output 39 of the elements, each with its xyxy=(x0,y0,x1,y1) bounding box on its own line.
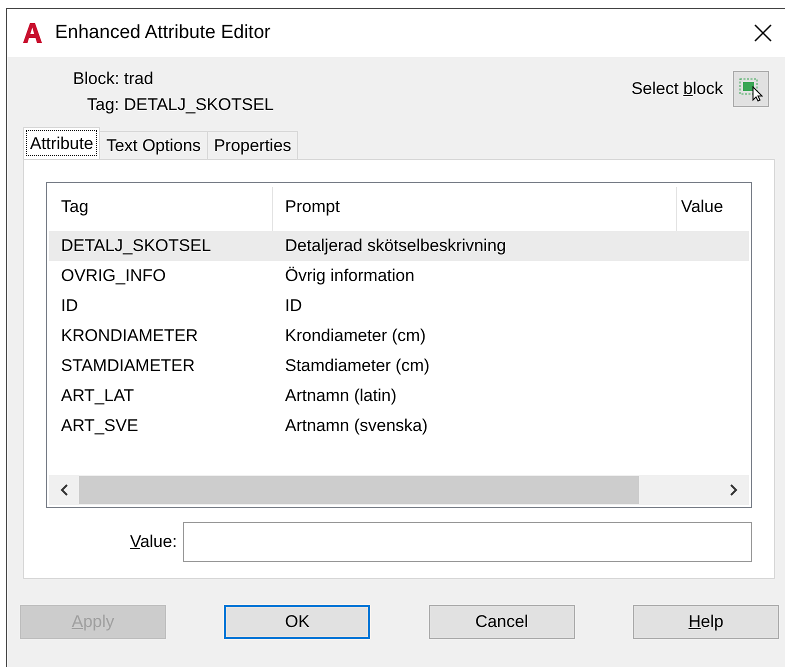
value-field[interactable] xyxy=(182,522,752,562)
tag-cell-text: ART_LAT xyxy=(60,386,136,406)
attribute-row[interactable]: ID ID xyxy=(49,291,749,321)
attribute-row[interactable]: OVRIG_INFO Övrig information xyxy=(49,261,749,291)
tab[interactable]: Attribute xyxy=(23,127,100,159)
attribute-row[interactable]: STAMDIAMETER Stamdiameter (cm) xyxy=(49,351,749,381)
dialog-button[interactable]: Cancel xyxy=(428,605,575,639)
tag-cell-text: DETALJ_SKOTSEL xyxy=(60,236,212,256)
prompt-cell-text: Övrig information xyxy=(284,266,416,286)
tag-cell-text: OVRIG_INFO xyxy=(60,266,167,286)
value-label: Value: xyxy=(130,532,177,552)
tab[interactable]: Properties xyxy=(206,131,298,159)
dialog-button[interactable]: OK xyxy=(224,605,370,639)
scrollbar-thumb[interactable] xyxy=(79,476,639,504)
scroll-right-icon[interactable] xyxy=(729,484,739,496)
window-title: Enhanced Attribute Editor xyxy=(55,22,272,44)
tag-cell-text: ART_SVE xyxy=(60,416,140,436)
prompt-cell-text: Artnamn (latin) xyxy=(284,386,398,406)
select-block-button[interactable] xyxy=(733,71,769,107)
app-logo-icon xyxy=(21,22,43,44)
block-name-label: Block: trad xyxy=(73,69,154,89)
tag-cell-text: STAMDIAMETER xyxy=(60,356,196,376)
select-block-label: Select block xyxy=(631,79,723,99)
tag-cell-text: ID xyxy=(60,296,79,316)
attribute-row[interactable]: ART_SVE Artnamn (svenska) xyxy=(49,411,749,441)
tag-cell-text: KRONDIAMETER xyxy=(60,326,199,346)
tag-name-label: Tag: DETALJ_SKOTSEL xyxy=(86,95,275,115)
close-icon[interactable] xyxy=(753,23,773,43)
dialog-button[interactable]: Help xyxy=(632,605,779,639)
attribute-row[interactable]: KRONDIAMETER Krondiameter (cm) xyxy=(49,321,749,351)
prompt-cell-text: Artnamn (svenska) xyxy=(284,416,429,436)
prompt-cell-text: Detaljerad skötselbeskrivning xyxy=(284,236,508,256)
column-header[interactable]: Value xyxy=(677,187,749,231)
prompt-cell-text: Stamdiameter (cm) xyxy=(284,356,431,376)
prompt-cell-text: Krondiameter (cm) xyxy=(284,326,427,346)
prompt-cell-text: ID xyxy=(284,296,303,316)
attribute-row[interactable]: DETALJ_SKOTSEL Detaljerad skötselbeskrivning xyxy=(49,231,749,261)
scroll-left-icon[interactable] xyxy=(59,484,69,496)
attribute-row[interactable]: ART_LAT Artnamn (latin) xyxy=(49,381,749,411)
